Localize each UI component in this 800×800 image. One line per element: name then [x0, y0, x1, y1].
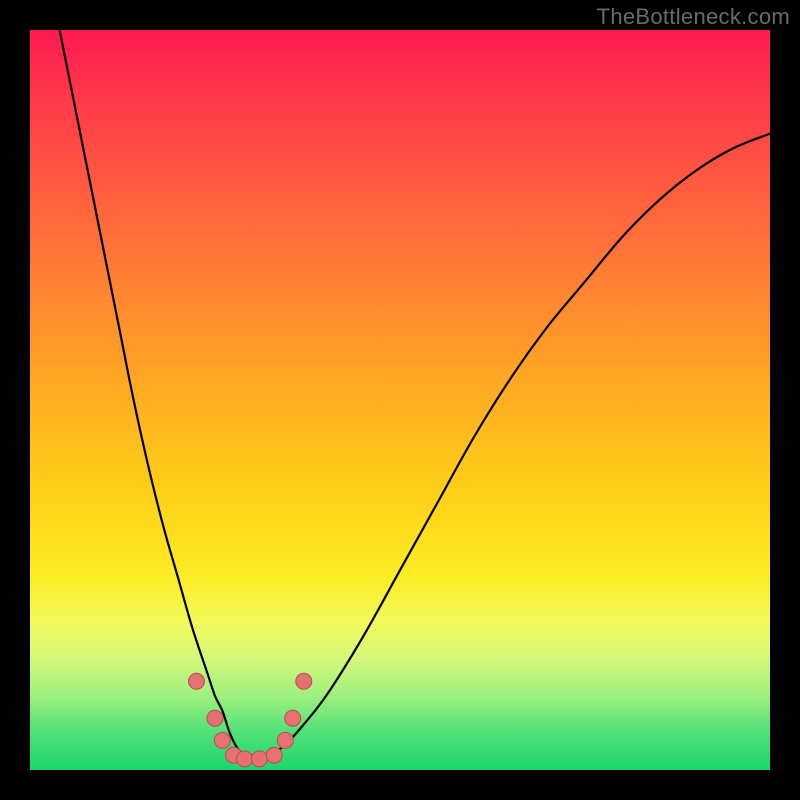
curve-marker [277, 732, 293, 748]
curve-marker [237, 751, 253, 767]
curve-marker [214, 732, 230, 748]
curve-marker [296, 673, 312, 689]
watermark-text: TheBottleneck.com [597, 4, 790, 30]
curve-markers [189, 673, 312, 767]
bottleneck-curve [60, 30, 770, 756]
curve-marker [251, 751, 267, 767]
curve-layer [30, 30, 770, 770]
plot-area [30, 30, 770, 770]
curve-marker [266, 747, 282, 763]
curve-marker [207, 710, 223, 726]
curve-marker [189, 673, 205, 689]
curve-marker [285, 710, 301, 726]
chart-frame: TheBottleneck.com [0, 0, 800, 800]
